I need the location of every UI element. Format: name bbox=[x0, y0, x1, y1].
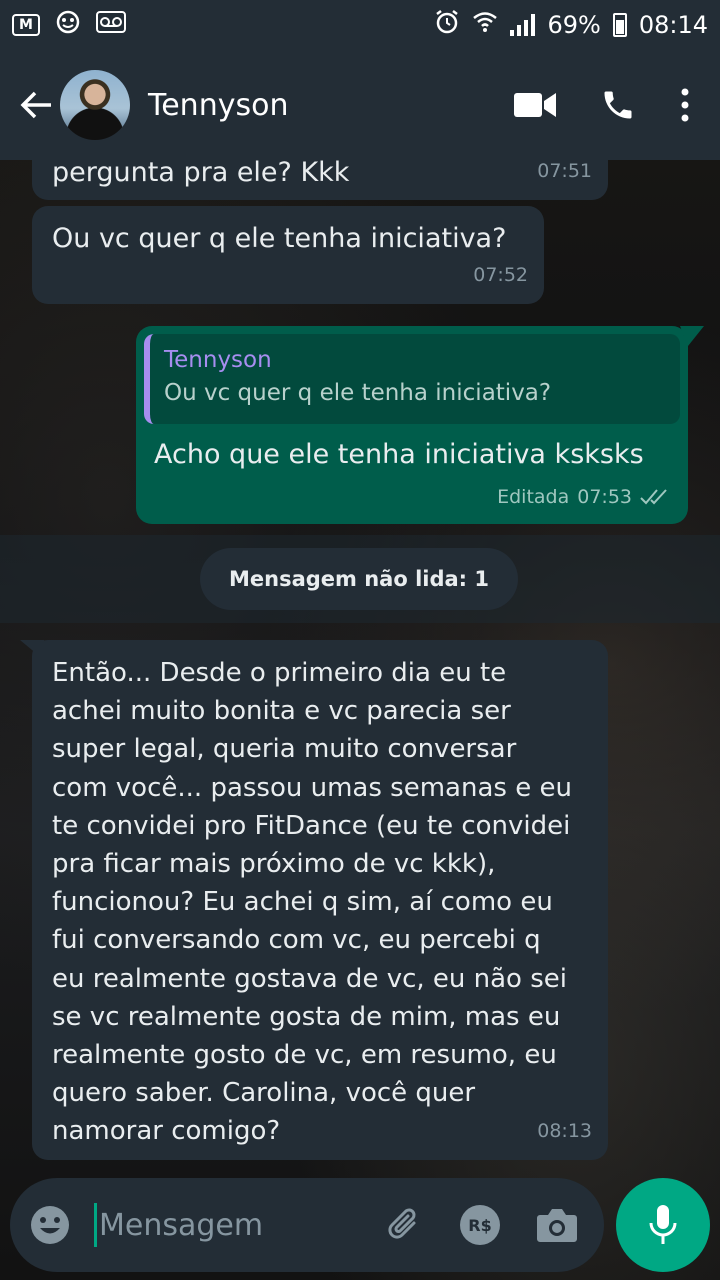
camera-button[interactable] bbox=[536, 1207, 578, 1243]
unread-badge: Mensagem não lida: 1 bbox=[200, 548, 518, 610]
battery-icon bbox=[612, 13, 627, 37]
composer: R$ bbox=[10, 1178, 604, 1272]
back-button[interactable] bbox=[16, 85, 56, 125]
message-text: Ou vc quer q ele tenha iniciativa? bbox=[52, 223, 507, 254]
payment-label: R$ bbox=[468, 1215, 492, 1235]
game-icon bbox=[54, 10, 82, 40]
battery-percent: 69% bbox=[547, 11, 601, 39]
clock: 08:14 bbox=[638, 11, 708, 39]
quoted-text: Ou vc quer q ele tenha iniciativa? bbox=[164, 380, 552, 406]
video-camera-icon bbox=[514, 93, 556, 117]
bubble-tail bbox=[20, 640, 44, 660]
message-incoming[interactable]: Ou vc quer q ele tenha iniciativa? 07:52 bbox=[32, 206, 544, 304]
gmail-icon: M bbox=[12, 14, 40, 36]
alarm-icon bbox=[434, 9, 460, 41]
phone-icon bbox=[604, 91, 632, 119]
double-check-icon bbox=[640, 489, 667, 505]
chat-header: Tennyson bbox=[0, 50, 720, 160]
back-arrow-icon bbox=[20, 91, 51, 119]
more-options-button[interactable] bbox=[680, 88, 690, 122]
emoji-icon bbox=[31, 1206, 69, 1244]
wifi-icon bbox=[472, 10, 498, 40]
message-incoming[interactable]: Então... Desde o primeiro dia eu te ache… bbox=[32, 640, 608, 1160]
payment-button[interactable]: R$ bbox=[460, 1205, 500, 1245]
status-bar: M 69% 08:14 bbox=[0, 0, 720, 50]
message-time: 08:13 bbox=[537, 1120, 592, 1142]
avatar[interactable] bbox=[60, 70, 130, 140]
camera-icon bbox=[537, 1209, 577, 1242]
message-outgoing[interactable]: Tennyson Ou vc quer q ele tenha iniciati… bbox=[136, 326, 688, 524]
emoji-button[interactable] bbox=[30, 1205, 70, 1245]
bubble-tail bbox=[680, 326, 704, 346]
edited-label: Editada bbox=[497, 486, 570, 508]
contact-name[interactable]: Tennyson bbox=[148, 88, 288, 123]
signal-icon bbox=[510, 14, 536, 36]
quoted-author: Tennyson bbox=[164, 347, 272, 373]
voice-record-button[interactable] bbox=[616, 1178, 710, 1272]
attach-button[interactable] bbox=[384, 1205, 424, 1245]
voicemail-icon bbox=[96, 11, 126, 39]
video-call-button[interactable] bbox=[514, 91, 556, 119]
quoted-message[interactable]: Tennyson Ou vc quer q ele tenha iniciati… bbox=[144, 334, 680, 424]
message-input[interactable] bbox=[94, 1203, 344, 1247]
message-text: Então... Desde o primeiro dia eu te ache… bbox=[52, 658, 572, 1147]
voice-call-button[interactable] bbox=[600, 87, 636, 123]
message-text: Acho que ele tenha iniciativa ksksks bbox=[154, 439, 644, 470]
paperclip-icon bbox=[388, 1208, 416, 1239]
message-time: 07:52 bbox=[473, 264, 528, 286]
microphone-icon bbox=[649, 1205, 677, 1244]
message-time: 07:53 bbox=[577, 486, 632, 508]
more-vertical-icon bbox=[681, 88, 689, 122]
